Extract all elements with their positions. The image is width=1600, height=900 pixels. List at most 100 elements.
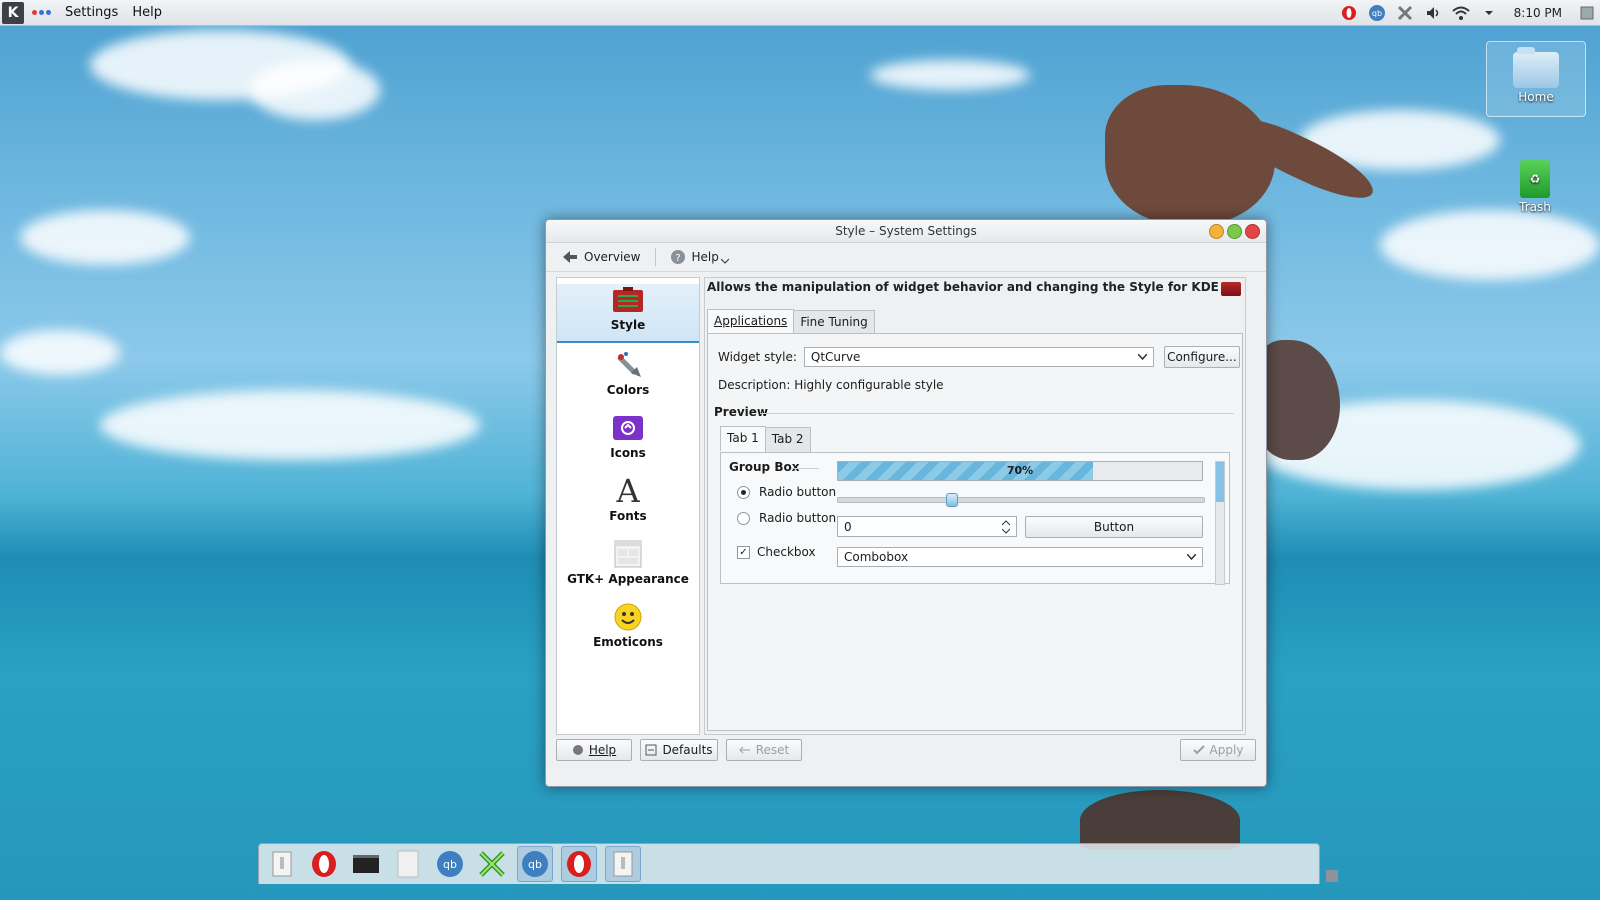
chevron-down-icon xyxy=(1187,554,1196,560)
system-tray: qb 8:10 PM xyxy=(1340,0,1600,25)
gtk-icon xyxy=(612,538,644,570)
tray-expand-icon[interactable] xyxy=(1480,4,1498,22)
spin-box[interactable]: 0 xyxy=(837,516,1017,537)
opera-icon[interactable] xyxy=(307,847,341,881)
document-icon[interactable] xyxy=(391,847,425,881)
window-icon[interactable] xyxy=(265,847,299,881)
category-icons[interactable]: Icons xyxy=(557,412,699,469)
figure-rock xyxy=(1080,790,1240,850)
defaults-button[interactable]: Defaults xyxy=(640,739,718,761)
kde-launcher-icon[interactable]: K xyxy=(2,1,24,24)
category-label: Icons xyxy=(610,446,646,460)
window-footer: Help Defaults Reset Apply xyxy=(556,739,1256,765)
tab-2[interactable]: Tab 2 xyxy=(764,427,811,452)
cloud xyxy=(250,60,380,120)
qbittorrent-icon[interactable]: qb xyxy=(517,846,553,882)
checkbox[interactable]: ✓ Checkbox xyxy=(737,545,816,559)
app-menu-dots-icon[interactable] xyxy=(32,10,51,15)
description-text: Description: Highly configurable style xyxy=(718,378,944,392)
help-icon: ? xyxy=(670,250,685,264)
wifi-icon[interactable] xyxy=(1451,4,1470,22)
group-box-divider xyxy=(791,468,819,469)
category-label: Style xyxy=(610,318,646,332)
widget-style-label: Widget style: xyxy=(718,350,797,364)
reset-button[interactable]: Reset xyxy=(726,739,802,761)
category-label: Emoticons xyxy=(593,635,663,649)
toolbar-separator xyxy=(654,248,656,266)
back-arrow-icon xyxy=(563,251,577,263)
maximize-button[interactable] xyxy=(1227,224,1242,239)
volume-icon[interactable] xyxy=(1424,4,1442,22)
clock[interactable]: 8:10 PM xyxy=(1514,6,1562,20)
module-header: Allows the manipulation of widget behavi… xyxy=(707,280,1219,294)
qbittorrent-icon[interactable]: qb xyxy=(433,847,467,881)
emoticons-icon xyxy=(612,601,644,633)
category-emoticons[interactable]: Emoticons xyxy=(557,601,699,658)
slider-handle[interactable] xyxy=(946,493,959,507)
defaults-label: Defaults xyxy=(662,743,713,757)
spin-arrows-icon[interactable] xyxy=(1002,519,1010,534)
category-colors[interactable]: Colors xyxy=(557,349,699,406)
icons-icon xyxy=(612,412,644,444)
overview-label: Overview xyxy=(584,250,641,264)
panel-toolbox-icon[interactable] xyxy=(1326,870,1338,882)
svg-text:qb: qb xyxy=(528,858,542,871)
footer-help-button[interactable]: Help xyxy=(556,739,632,761)
combobox-value: Combobox xyxy=(844,550,909,564)
window-icon[interactable] xyxy=(605,846,641,882)
home-desktop-icon[interactable]: Home xyxy=(1486,41,1586,117)
widget-style-value: QtCurve xyxy=(810,350,861,364)
home-label: Home xyxy=(1518,90,1554,104)
system-settings-window: Style – System Settings Overview ? Help … xyxy=(545,219,1267,787)
radio-button-1[interactable]: Radio button xyxy=(737,485,836,499)
minimize-button[interactable] xyxy=(1209,224,1224,239)
style-icon xyxy=(1221,282,1241,296)
overview-button[interactable]: Overview xyxy=(556,248,647,266)
opera-icon[interactable] xyxy=(561,846,597,882)
scrollbar-thumb[interactable] xyxy=(1216,462,1224,502)
figure-hair xyxy=(1105,85,1275,225)
category-style[interactable]: Style xyxy=(557,284,699,343)
group-box-title: Group Box xyxy=(729,460,800,474)
widget-style-combobox[interactable]: QtCurve xyxy=(803,347,1154,367)
preview-combobox[interactable]: Combobox xyxy=(837,547,1203,567)
tab-applications[interactable]: Applications xyxy=(707,309,795,334)
qbittorrent-icon[interactable]: qb xyxy=(1368,4,1386,22)
opera-icon[interactable] xyxy=(1340,4,1358,22)
category-label: Fonts xyxy=(609,509,647,523)
style-module-content: Allows the manipulation of widget behavi… xyxy=(704,277,1246,735)
configure-button[interactable]: Configure... xyxy=(1163,346,1240,368)
terminal-icon[interactable] xyxy=(349,847,383,881)
cloud xyxy=(870,60,1030,90)
folder-icon xyxy=(1513,47,1559,88)
apply-button[interactable]: Apply xyxy=(1180,739,1256,761)
preview-tab-pane: Group Box 70% Radio button Radio button xyxy=(720,452,1230,585)
close-button[interactable] xyxy=(1245,224,1260,239)
colors-icon xyxy=(612,349,644,381)
xchat-icon[interactable] xyxy=(475,847,509,881)
radio-label: Radio button xyxy=(759,511,837,525)
preview-scrollbar[interactable] xyxy=(1215,461,1225,585)
cloud xyxy=(0,330,120,375)
menu-help[interactable]: Help xyxy=(132,5,162,20)
chevron-down-icon xyxy=(720,258,729,264)
style-icon xyxy=(612,284,644,316)
trash-desktop-icon[interactable]: ♻ Trash xyxy=(1486,160,1584,214)
radio-button-2[interactable]: Radio button xyxy=(737,511,836,525)
radio-indicator xyxy=(737,511,750,525)
category-fonts[interactable]: A Fonts xyxy=(557,472,699,532)
fonts-icon: A xyxy=(616,472,640,510)
category-gtk-appearance[interactable]: GTK+ Appearance xyxy=(557,538,699,595)
window-titlebar[interactable]: Style – System Settings xyxy=(546,220,1266,243)
xchat-icon[interactable] xyxy=(1396,4,1414,22)
tab-1[interactable]: Tab 1 xyxy=(720,426,766,451)
menu-settings[interactable]: Settings xyxy=(65,5,118,20)
footer-help-label: Help xyxy=(588,743,617,757)
svg-text:?: ? xyxy=(675,253,680,264)
preview-button[interactable]: Button xyxy=(1025,516,1203,538)
checkbox-indicator: ✓ xyxy=(737,545,750,559)
slider[interactable] xyxy=(837,493,1205,507)
help-menu-button[interactable]: ? Help xyxy=(664,247,735,267)
panel-toolbox-icon[interactable] xyxy=(1578,4,1596,22)
tab-fine-tuning[interactable]: Fine Tuning xyxy=(793,310,875,335)
